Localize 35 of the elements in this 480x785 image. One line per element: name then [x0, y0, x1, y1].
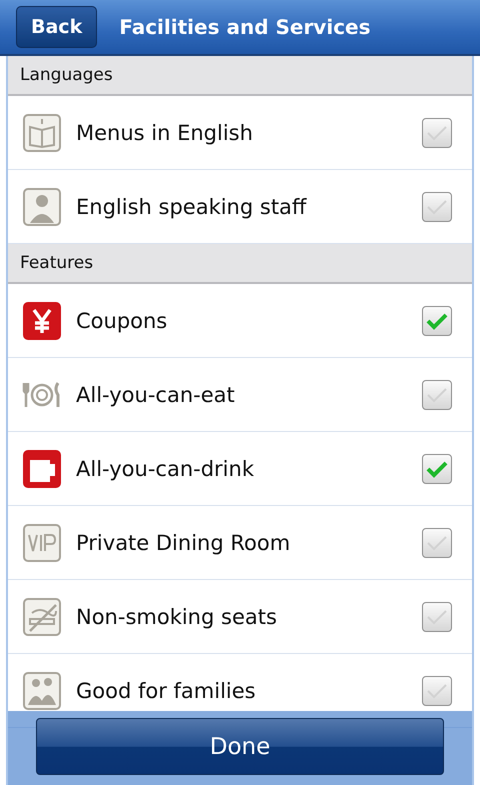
checkbox[interactable] — [422, 306, 452, 336]
section-header: Languages — [8, 56, 472, 96]
option-label: Private Dining Room — [76, 530, 292, 554]
yen-icon — [22, 300, 62, 340]
checkbox[interactable] — [422, 380, 452, 410]
check-icon — [426, 682, 448, 700]
section-header: Features — [8, 244, 472, 284]
checkbox[interactable] — [422, 676, 452, 706]
family-icon — [22, 670, 62, 710]
vip-icon — [22, 522, 62, 562]
person-icon — [22, 186, 62, 226]
back-button[interactable]: Back — [16, 6, 98, 48]
no-smoking-icon — [22, 596, 62, 636]
checkbox[interactable] — [422, 528, 452, 558]
option-label: All-you-can-eat — [76, 382, 236, 406]
book-icon — [22, 112, 62, 152]
check-icon — [426, 124, 448, 142]
check-icon — [426, 312, 448, 330]
option-label: Menus in English — [76, 120, 254, 144]
checkbox[interactable] — [422, 118, 452, 148]
check-icon — [426, 608, 448, 626]
check-icon — [426, 460, 448, 478]
done-button[interactable]: Done — [36, 718, 444, 775]
checkbox[interactable] — [422, 454, 452, 484]
option-label: All-you-can-drink — [76, 456, 255, 480]
option-label: Non-smoking seats — [76, 604, 278, 628]
screen-title: Facilities and Services — [119, 15, 371, 39]
option-label: Good for families — [76, 678, 257, 702]
check-icon — [426, 198, 448, 216]
option-label: English speaking staff — [76, 194, 308, 218]
option-label: Coupons — [76, 308, 168, 332]
check-icon — [426, 534, 448, 552]
checkbox[interactable] — [422, 602, 452, 632]
checkbox[interactable] — [422, 192, 452, 222]
check-icon — [426, 386, 448, 404]
